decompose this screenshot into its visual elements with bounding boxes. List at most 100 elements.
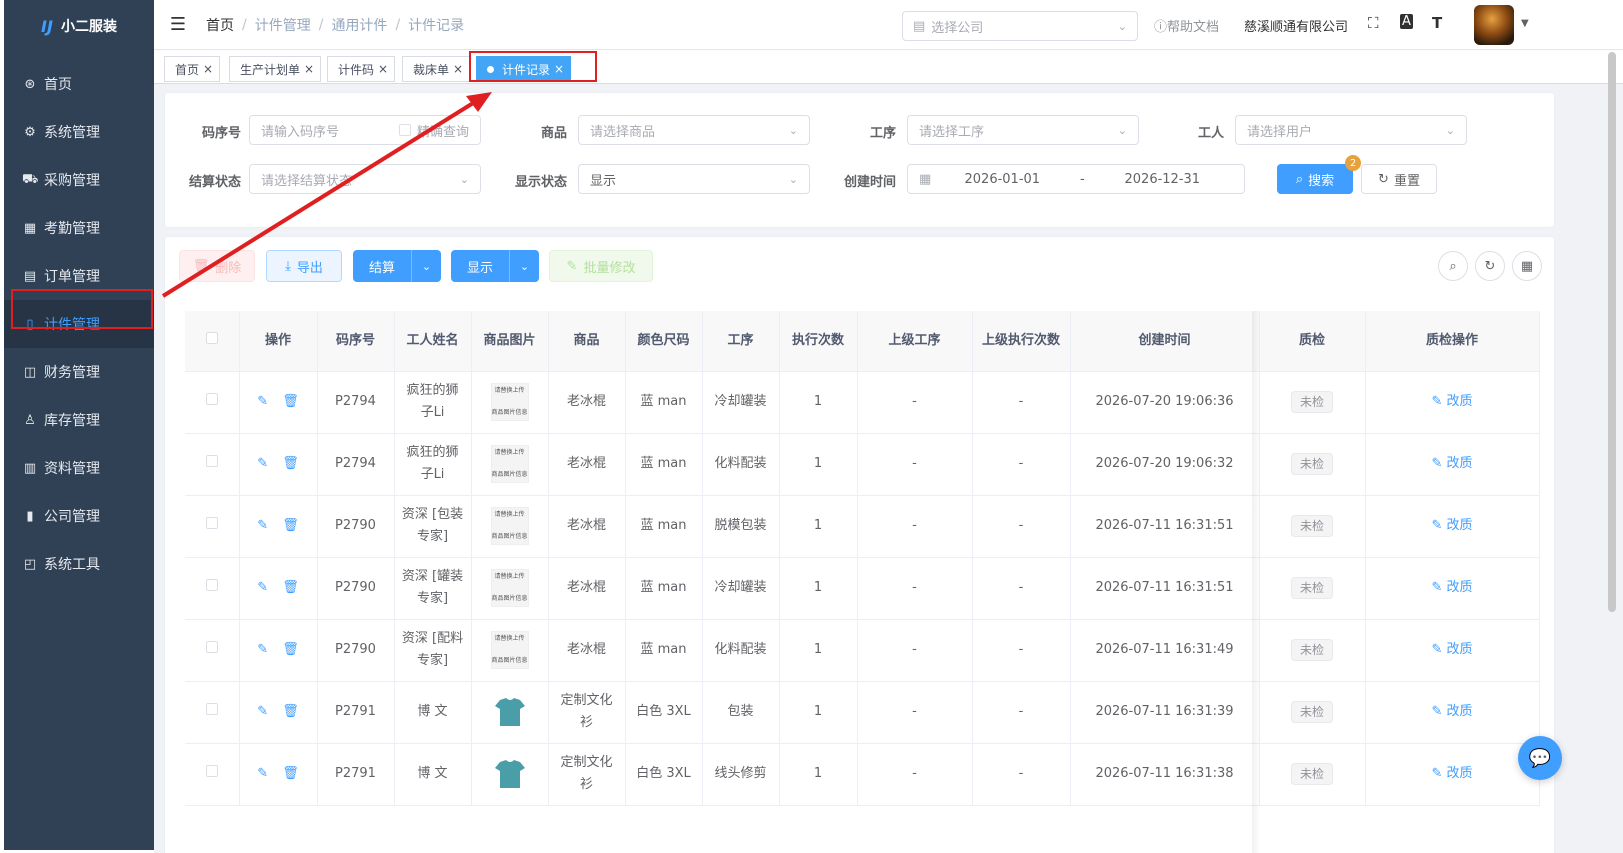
sidebar-item[interactable]: ♙ 库存管理 xyxy=(4,396,154,444)
page-scrollbar[interactable] xyxy=(1608,52,1616,612)
sidebar-item[interactable]: ⚙ 系统管理 xyxy=(4,108,154,156)
close-icon[interactable]: × xyxy=(203,62,213,76)
cell-code: P2790 xyxy=(317,495,395,558)
close-icon[interactable]: × xyxy=(304,62,314,76)
search-toggle-icon[interactable]: ⌕ xyxy=(1438,251,1468,281)
trash-icon[interactable]: 🗑 xyxy=(282,580,299,595)
close-icon[interactable]: × xyxy=(453,62,463,76)
sidebar-item[interactable]: ▤ 订单管理 xyxy=(4,252,154,300)
breadcrumb-item[interactable]: 通用计件 xyxy=(331,15,387,35)
chat-icon[interactable]: 💬 xyxy=(1518,736,1562,780)
fullscreen-icon[interactable]: ⛶ xyxy=(1368,14,1379,32)
qc-edit-link[interactable]: ✎ 改质 xyxy=(1431,704,1472,719)
sidebar-item[interactable]: ▦ 考勤管理 xyxy=(4,204,154,252)
search-button[interactable]: ⌕ 搜索 xyxy=(1277,164,1353,194)
edit-icon[interactable]: ✎ xyxy=(257,704,268,719)
product-image[interactable]: 请替换上传 商品图片信息 xyxy=(490,569,529,607)
caret-down-icon[interactable]: ▼ xyxy=(1521,18,1529,29)
row-checkbox[interactable] xyxy=(185,557,240,620)
product-image[interactable] xyxy=(490,755,529,793)
show-button[interactable]: 显示 xyxy=(451,250,509,282)
settle-status-select[interactable]: 请选择结算状态 ⌄ xyxy=(249,164,481,194)
tag-home[interactable]: 首页 × xyxy=(164,56,221,82)
breadcrumb-item[interactable]: 计件管理 xyxy=(255,15,311,35)
col-header: 质检操作 xyxy=(1365,311,1540,372)
tag-cutting-sheet[interactable]: 裁床单 × xyxy=(402,56,471,82)
trash-icon[interactable]: 🗑 xyxy=(282,642,299,657)
product-image[interactable]: 请替换上传 商品图片信息 xyxy=(490,445,529,483)
trash-icon[interactable]: 🗑 xyxy=(282,704,299,719)
product-image[interactable]: 请替换上传 商品图片信息 xyxy=(490,631,529,669)
qc-edit-link[interactable]: ✎ 改质 xyxy=(1431,394,1472,409)
row-checkbox[interactable] xyxy=(185,619,240,682)
trash-icon[interactable]: 🗑 xyxy=(282,518,299,533)
select-all-checkbox[interactable] xyxy=(185,311,240,372)
close-icon[interactable]: × xyxy=(554,62,564,76)
date-range-picker[interactable]: ▦ 2026-01-01 - 2026-12-31 xyxy=(907,164,1245,194)
sidebar-item[interactable]: ⛟ 采购管理 xyxy=(4,156,154,204)
qc-edit-link[interactable]: ✎ 改质 xyxy=(1431,766,1472,781)
sidebar-item[interactable]: ⊛ 首页 xyxy=(4,60,154,108)
columns-icon[interactable]: ▦ xyxy=(1512,251,1542,281)
edit-icon[interactable]: ✎ xyxy=(257,518,268,533)
qc-edit-link[interactable]: ✎ 改质 xyxy=(1431,580,1472,595)
cell-count: 1 xyxy=(779,743,858,806)
reset-button[interactable]: ↻ 重置 xyxy=(1361,164,1437,194)
row-checkbox[interactable] xyxy=(185,681,240,744)
show-dropdown-chevron-icon[interactable]: ⌄ xyxy=(509,250,539,282)
breadcrumb-item[interactable]: 首页 xyxy=(206,15,234,35)
qc-edit-link[interactable]: ✎ 改质 xyxy=(1431,642,1472,657)
row-checkbox[interactable] xyxy=(185,433,240,496)
hamburger-icon[interactable]: ☰ xyxy=(158,14,198,35)
trash-icon[interactable]: 🗑 xyxy=(282,394,299,409)
export-button[interactable]: ⤓ 导出 xyxy=(266,250,342,282)
edit-icon[interactable]: ✎ xyxy=(257,394,268,409)
qc-edit-link[interactable]: ✎ 改质 xyxy=(1431,518,1472,533)
batch-edit-button[interactable]: ✎ 批量修改 xyxy=(549,250,653,282)
row-checkbox[interactable] xyxy=(185,495,240,558)
tag-piece-record[interactable]: 计件记录 × xyxy=(476,56,572,82)
display-status-select[interactable]: 显示 ⌄ xyxy=(578,164,810,194)
sidebar-item[interactable]: ▯ 计件管理 xyxy=(4,300,154,348)
tag-production-plan[interactable]: 生产计划单 × xyxy=(229,56,322,82)
code-input[interactable]: 请输入码序号 精确查询 xyxy=(249,115,481,145)
edit-icon[interactable]: ✎ xyxy=(257,456,268,471)
worker-select[interactable]: 请选择用户 ⌄ xyxy=(1235,115,1467,145)
product-image[interactable]: 请替换上传 商品图片信息 xyxy=(490,507,529,545)
tag-piece-code[interactable]: 计件码 × xyxy=(327,56,396,82)
help-docs-link[interactable]: ⓘ帮助文档 xyxy=(1154,16,1219,35)
language-icon[interactable]: A xyxy=(1400,14,1413,29)
avatar[interactable] xyxy=(1474,5,1514,45)
app-logo[interactable]: IJ 小二服装 xyxy=(4,0,154,52)
exact-query-checkbox[interactable]: 精确查询 xyxy=(398,121,469,140)
product-image[interactable]: 请替换上传 商品图片信息 xyxy=(490,383,529,421)
process-select[interactable]: 请选择工序 ⌄ xyxy=(907,115,1139,145)
date-start[interactable]: 2026-01-01 xyxy=(947,172,1057,187)
close-icon[interactable]: × xyxy=(378,62,388,76)
date-end[interactable]: 2026-12-31 xyxy=(1107,172,1217,187)
edit-icon: ✎ xyxy=(1431,394,1447,409)
settle-button[interactable]: 结算 xyxy=(353,250,411,282)
sidebar-item[interactable]: ◫ 财务管理 xyxy=(4,348,154,396)
edit-icon[interactable]: ✎ xyxy=(257,580,268,595)
company-select[interactable]: ▤ 选择公司 ⌄ xyxy=(902,11,1138,41)
sidebar-item[interactable]: ▮ 公司管理 xyxy=(4,492,154,540)
delete-button[interactable]: 🗑 删除 xyxy=(179,250,255,282)
row-checkbox[interactable] xyxy=(185,371,240,434)
sidebar-item[interactable]: ▥ 资料管理 xyxy=(4,444,154,492)
product-image[interactable] xyxy=(490,693,529,731)
row-checkbox[interactable] xyxy=(185,743,240,806)
settle-dropdown-chevron-icon[interactable]: ⌄ xyxy=(411,250,441,282)
trash-icon[interactable]: 🗑 xyxy=(282,766,299,781)
sidebar-item[interactable]: ◰ 系统工具 xyxy=(4,540,154,588)
cell-worker: 疯狂的狮子Li xyxy=(394,433,472,496)
edit-icon[interactable]: ✎ xyxy=(257,766,268,781)
document-icon: ▥ xyxy=(23,460,37,476)
product-select[interactable]: 请选择商品 ⌄ xyxy=(578,115,810,145)
refresh-icon[interactable]: ↻ xyxy=(1475,251,1505,281)
qc-edit-link[interactable]: ✎ 改质 xyxy=(1431,456,1472,471)
cell-parent-process: - xyxy=(857,371,973,434)
font-size-icon[interactable]: T xyxy=(1432,14,1442,32)
edit-icon[interactable]: ✎ xyxy=(257,642,268,657)
trash-icon[interactable]: 🗑 xyxy=(282,456,299,471)
